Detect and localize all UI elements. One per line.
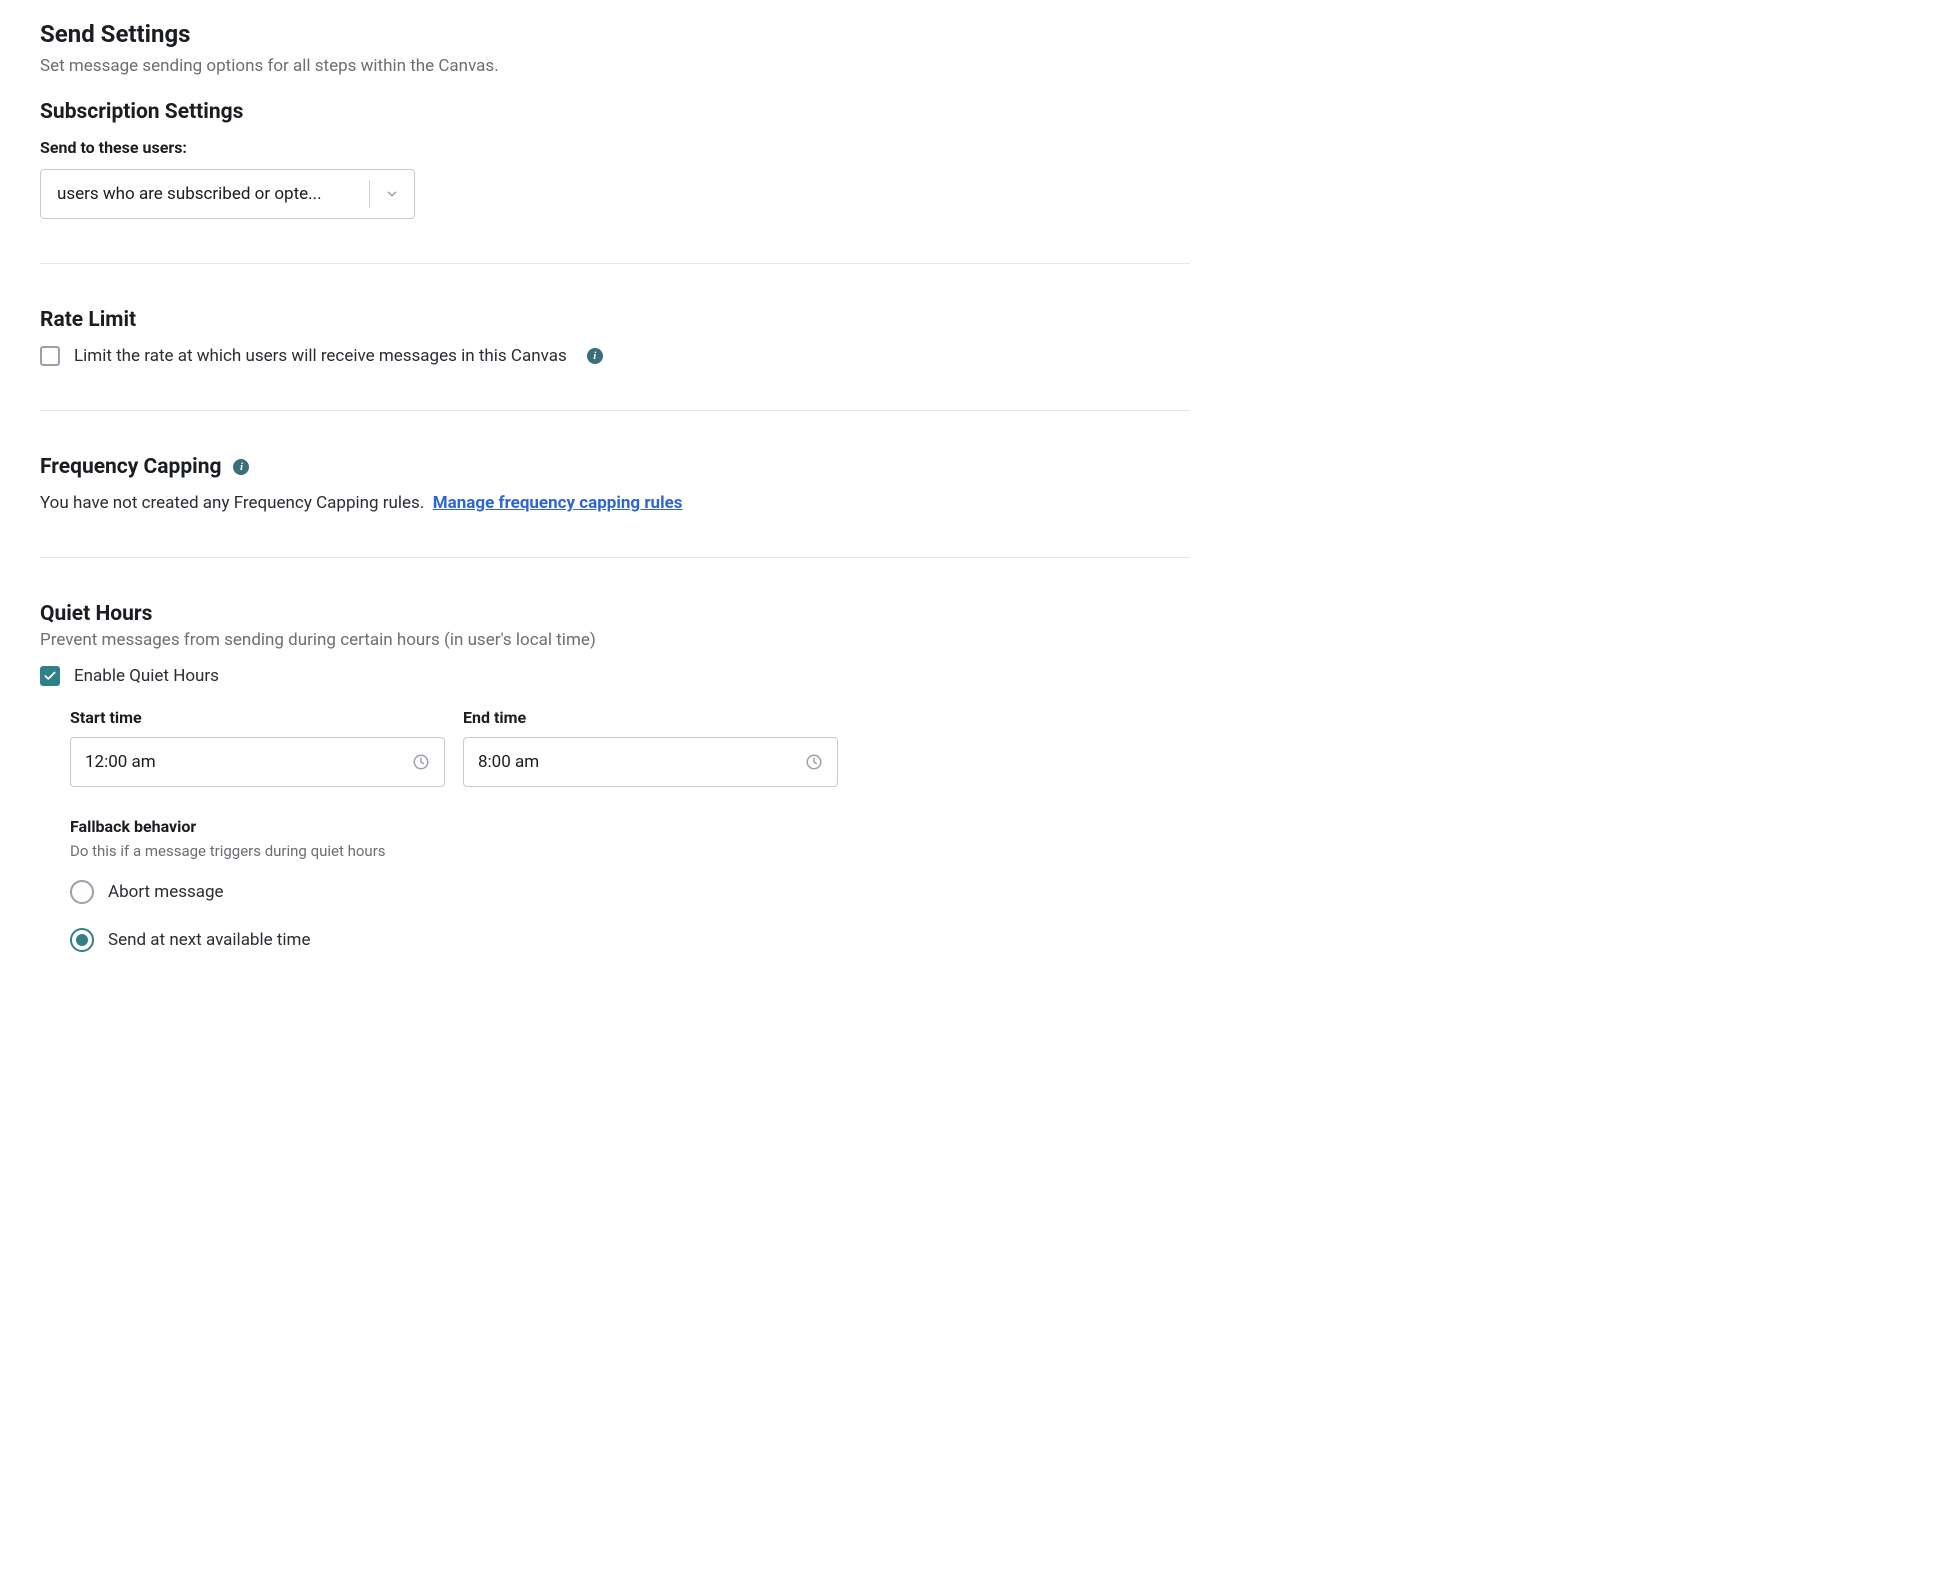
end-time-value: 8:00 am [478,752,539,772]
info-icon[interactable]: i [233,459,249,475]
section-divider [40,263,1190,264]
fallback-title: Fallback behavior [70,817,1190,836]
end-time-input[interactable]: 8:00 am [463,737,838,787]
send-next-label: Send at next available time [108,930,310,950]
start-time-value: 12:00 am [85,752,156,772]
page-title: Send Settings [40,20,1190,48]
start-time-input[interactable]: 12:00 am [70,737,445,787]
quiet-hours-section-title: Quiet Hours [40,602,1190,626]
end-time-label: End time [463,708,838,727]
frequency-capping-text: You have not created any Frequency Cappi… [40,493,424,513]
fallback-subtitle: Do this if a message triggers during qui… [70,842,1190,860]
page-subtitle: Set message sending options for all step… [40,56,1190,76]
send-to-select-value: users who are subscribed or opte... [41,184,369,204]
start-time-label: Start time [70,708,445,727]
quiet-hours-subtitle: Prevent messages from sending during cer… [40,630,1190,650]
abort-message-label: Abort message [108,882,224,902]
send-to-label: Send to these users: [40,138,1190,157]
clock-icon [805,753,823,771]
enable-quiet-hours-checkbox[interactable] [40,666,60,686]
frequency-capping-section-title: Frequency Capping [40,455,221,479]
manage-frequency-link[interactable]: Manage frequency capping rules [433,493,683,513]
rate-limit-section-title: Rate Limit [40,308,1190,332]
section-divider [40,410,1190,411]
rate-limit-checkbox[interactable] [40,346,60,366]
info-icon[interactable]: i [587,348,603,364]
frequency-capping-body: You have not created any Frequency Cappi… [40,493,1190,513]
section-divider [40,557,1190,558]
abort-message-radio[interactable] [70,880,94,904]
subscription-section-title: Subscription Settings [40,100,1190,124]
send-to-select[interactable]: users who are subscribed or opte... [40,169,415,219]
enable-quiet-hours-label: Enable Quiet Hours [74,666,219,686]
send-next-radio[interactable] [70,928,94,952]
chevron-down-icon[interactable] [370,187,414,201]
rate-limit-checkbox-label: Limit the rate at which users will recei… [74,346,567,366]
clock-icon [412,753,430,771]
